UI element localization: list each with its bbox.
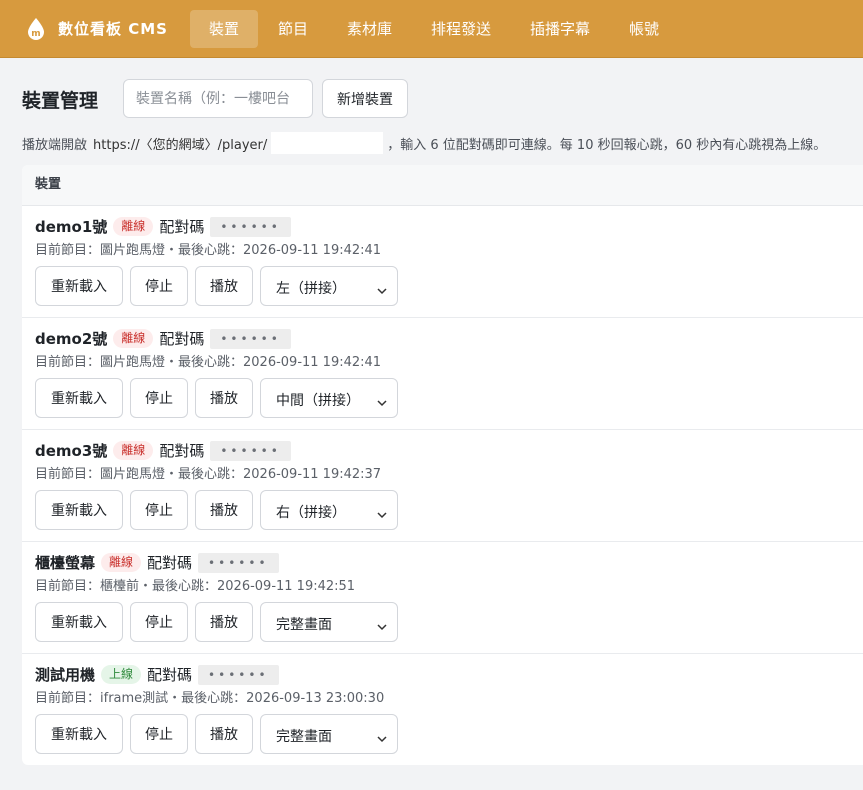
device-name-input[interactable] [123, 79, 313, 118]
pair-code-value: •••••• [210, 440, 291, 461]
chevron-down-icon [377, 393, 387, 412]
status-badge: 上線 [101, 665, 142, 684]
pair-code-label: 配對碼 [159, 330, 205, 348]
nav-item-schedule[interactable]: 排程發送 [412, 10, 510, 48]
display-mode-select[interactable]: 中間（拼接） [260, 378, 398, 418]
chevron-down-icon [377, 729, 387, 748]
pair-code-value: •••••• [198, 552, 279, 573]
player-hint: 播放端開啟 https://〈您的網域〉/player/ ，輸入 6 位配對碼即… [22, 132, 826, 154]
play-button[interactable]: 播放 [195, 378, 253, 418]
stop-button[interactable]: 停止 [130, 378, 188, 418]
display-mode-select[interactable]: 右（拼接） [260, 490, 398, 530]
pair-code-label: 配對碼 [159, 218, 205, 236]
hint-suffix: ，輸入 6 位配對碼即可連線。每 10 秒回報心跳，60 秒內有心跳視為上線。 [387, 137, 827, 153]
main-nav: 裝置 節目 素材庫 排程發送 插播字幕 帳號 [189, 0, 679, 57]
display-mode-value: 完整畫面 [276, 729, 332, 745]
status-badge: 離線 [101, 553, 142, 572]
device-name: demo3號 [35, 442, 108, 460]
device-meta: 目前節目：圖片跑馬燈・最後心跳：2026-09-11 19:42:37 [35, 467, 382, 482]
pair-code-label: 配對碼 [147, 554, 193, 572]
reload-button[interactable]: 重新載入 [35, 378, 123, 418]
chevron-down-icon [377, 505, 387, 524]
nav-item-devices[interactable]: 裝置 [189, 9, 258, 48]
top-navbar: m 數位看板 CMS 裝置 節目 素材庫 排程發送 插播字幕 帳號 [0, 0, 863, 58]
chevron-down-icon [377, 281, 387, 300]
play-button[interactable]: 播放 [195, 266, 253, 306]
device-row: demo2號 離線 配對碼 •••••• 目前節目：圖片跑馬燈・最後心跳：202… [22, 318, 863, 430]
device-meta: 目前節目：iframe測試・最後心跳：2026-09-13 23:00:30 [35, 691, 385, 706]
pair-code-value: •••••• [210, 328, 291, 349]
device-meta: 目前節目：圖片跑馬燈・最後心跳：2026-09-11 19:42:41 [35, 355, 382, 370]
display-mode-value: 右（拼接） [276, 505, 346, 521]
pair-code-value: •••••• [210, 216, 291, 237]
display-mode-value: 完整畫面 [276, 617, 332, 633]
hint-prefix: 播放端開啟 [22, 137, 88, 153]
device-name: 櫃檯螢幕 [35, 554, 96, 572]
pair-code-value: •••••• [198, 664, 279, 685]
stop-button[interactable]: 停止 [130, 602, 188, 642]
play-button[interactable]: 播放 [195, 490, 253, 530]
device-row: 櫃檯螢幕 離線 配對碼 •••••• 目前節目：櫃檯前・最後心跳：2026-09… [22, 542, 863, 654]
pair-code-label: 配對碼 [159, 442, 205, 460]
reload-button[interactable]: 重新載入 [35, 266, 123, 306]
device-name: demo1號 [35, 218, 108, 236]
nav-item-account[interactable]: 帳號 [610, 10, 678, 48]
display-mode-value: 左（拼接） [276, 281, 346, 297]
device-row: 測試用機 上線 配對碼 •••••• 目前節目：iframe測試・最後心跳：20… [22, 654, 863, 765]
panel-header: 裝置 [22, 165, 863, 206]
logo-icon: m [26, 17, 46, 41]
add-device-button[interactable]: 新增裝置 [322, 79, 408, 118]
play-button[interactable]: 播放 [195, 714, 253, 754]
device-panel: 裝置 demo1號 離線 配對碼 •••••• 目前節目：圖片跑馬燈・最後心跳：… [22, 165, 863, 765]
status-badge: 離線 [113, 329, 154, 348]
device-row: demo1號 離線 配對碼 •••••• 目前節目：圖片跑馬燈・最後心跳：202… [22, 206, 863, 318]
device-name: demo2號 [35, 330, 108, 348]
pair-code-label: 配對碼 [147, 666, 193, 684]
player-url: https://〈您的網域〉/player/ [93, 137, 268, 153]
chevron-down-icon [377, 617, 387, 636]
display-mode-value: 中間（拼接） [276, 393, 360, 409]
stop-button[interactable]: 停止 [130, 714, 188, 754]
device-meta: 目前節目：圖片跑馬燈・最後心跳：2026-09-11 19:42:41 [35, 243, 382, 258]
reload-button[interactable]: 重新載入 [35, 602, 123, 642]
reload-button[interactable]: 重新載入 [35, 714, 123, 754]
display-mode-select[interactable]: 完整畫面 [260, 602, 398, 642]
device-name: 測試用機 [35, 666, 96, 684]
svg-text:m: m [31, 29, 40, 39]
brand-name: 數位看板 CMS [58, 20, 168, 38]
status-badge: 離線 [113, 217, 154, 236]
device-row: demo3號 離線 配對碼 •••••• 目前節目：圖片跑馬燈・最後心跳：202… [22, 430, 863, 542]
nav-item-programs[interactable]: 節目 [259, 10, 327, 48]
play-button[interactable]: 播放 [195, 602, 253, 642]
stop-button[interactable]: 停止 [130, 490, 188, 530]
brand[interactable]: m 數位看板 CMS [26, 17, 168, 41]
url-redacted-box [271, 132, 384, 154]
display-mode-select[interactable]: 完整畫面 [260, 714, 398, 754]
display-mode-select[interactable]: 左（拼接） [260, 266, 398, 306]
nav-item-ticker[interactable]: 插播字幕 [511, 10, 609, 48]
nav-item-media-library[interactable]: 素材庫 [328, 10, 411, 48]
device-meta: 目前節目：櫃檯前・最後心跳：2026-09-11 19:42:51 [35, 579, 356, 594]
page-title: 裝置管理 [22, 90, 99, 112]
stop-button[interactable]: 停止 [130, 266, 188, 306]
reload-button[interactable]: 重新載入 [35, 490, 123, 530]
status-badge: 離線 [113, 441, 154, 460]
